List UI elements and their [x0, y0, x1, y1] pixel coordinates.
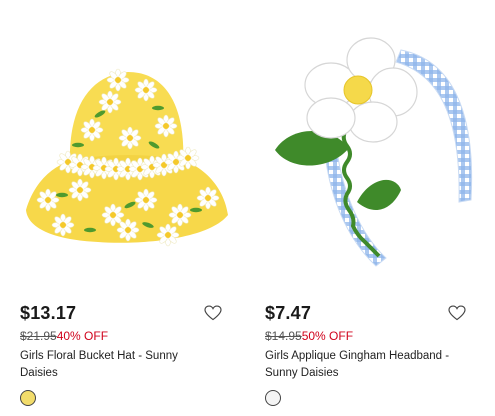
price-row: $21.9540% OFF — [20, 329, 108, 343]
bucket-hat-image — [26, 68, 228, 247]
discount-label: 50% OFF — [301, 329, 354, 343]
product-title[interactable]: Girls Floral Bucket Hat - Sunny Daisies — [20, 348, 210, 382]
color-swatch[interactable] — [265, 390, 281, 406]
sale-price: $13.17 — [20, 303, 77, 323]
sale-price: $7.47 — [265, 303, 312, 323]
product-image-headband[interactable] — [261, 30, 483, 290]
original-price: $14.95 — [265, 329, 302, 343]
price-row: $14.9550% OFF — [265, 329, 353, 343]
product-card[interactable]: $13.17 $21.9540% OFF Girls Floral Bucket… — [0, 0, 236, 416]
product-title[interactable]: Girls Applique Gingham Headband - Sunny … — [265, 348, 475, 382]
product-image-bucket-hat[interactable] — [18, 30, 236, 290]
heart-outline-icon[interactable] — [204, 305, 222, 321]
heart-outline-icon[interactable] — [448, 305, 466, 321]
discount-label: 40% OFF — [56, 329, 109, 343]
product-card[interactable]: $7.47 $14.9550% OFF Girls Applique Gingh… — [247, 0, 483, 416]
original-price: $21.95 — [20, 329, 57, 343]
product-grid: $13.17 $21.9540% OFF Girls Floral Bucket… — [0, 0, 495, 416]
color-swatch[interactable] — [20, 390, 36, 406]
headband-image — [275, 37, 473, 267]
